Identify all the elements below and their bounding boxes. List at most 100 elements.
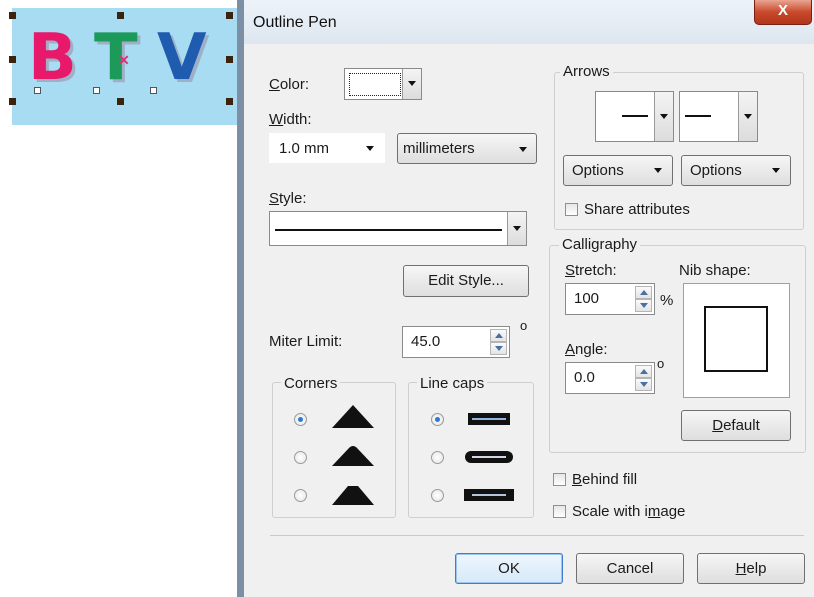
units-select[interactable]: millimeters [397, 133, 537, 164]
style-combo[interactable] [269, 211, 527, 246]
node-marker [150, 87, 157, 94]
percent-symbol: % [660, 292, 674, 309]
selection-handle[interactable] [9, 56, 16, 63]
corner-bevel-radio[interactable] [294, 489, 307, 502]
cap-butt-radio[interactable] [431, 413, 444, 426]
miter-degree-symbol: o [520, 318, 528, 333]
chevron-up-icon [640, 369, 648, 374]
angle-label: Angle: [565, 341, 608, 358]
chevron-down-icon [660, 114, 668, 119]
behind-fill-label: Behind fill [572, 471, 638, 488]
selection-handle[interactable] [9, 12, 16, 19]
stretch-input[interactable]: 100 [565, 283, 655, 315]
selection-handle[interactable] [9, 98, 16, 105]
options-label: Options [690, 162, 742, 179]
arrow-line-preview [622, 115, 648, 117]
arrows-label: Arrows [560, 63, 613, 80]
miter-corner-icon [332, 405, 374, 428]
width-combo[interactable]: 1.0 mm [269, 133, 385, 163]
cap-square-radio[interactable] [431, 489, 444, 502]
nib-square-icon [704, 306, 768, 372]
chevron-down-icon [744, 114, 752, 119]
style-dropdown-arrow[interactable] [507, 212, 526, 245]
chevron-up-icon [495, 333, 503, 338]
start-arrow-select[interactable] [595, 91, 674, 142]
edit-style-button[interactable]: Edit Style... [403, 265, 529, 297]
ok-button[interactable]: OK [455, 553, 563, 584]
default-button[interactable]: Default [681, 410, 791, 441]
line-caps-label: Line caps [417, 375, 488, 392]
end-arrow-dropdown[interactable] [738, 92, 757, 141]
round-cap-icon [465, 451, 513, 463]
chevron-down-icon [408, 81, 416, 86]
width-label: Width: [269, 111, 312, 128]
nib-shape-preview[interactable] [683, 283, 790, 398]
share-attributes-label: Share attributes [584, 201, 690, 218]
node-marker [93, 87, 100, 94]
round-corner-icon [332, 446, 374, 466]
share-attributes-checkbox[interactable] [565, 203, 578, 216]
selection-handle[interactable] [226, 98, 233, 105]
help-button[interactable]: Help [697, 553, 805, 584]
end-arrow-select[interactable] [679, 91, 758, 142]
angle-input[interactable]: 0.0 [565, 362, 655, 394]
dialog-title: Outline Pen [253, 14, 337, 31]
chevron-down-icon [495, 346, 503, 351]
color-label: Color: [269, 76, 310, 93]
cancel-button[interactable]: Cancel [576, 553, 684, 584]
color-picker[interactable] [344, 68, 422, 100]
miter-limit-value: 45.0 [411, 333, 441, 350]
color-dropdown-arrow[interactable] [402, 69, 421, 99]
start-arrow-dropdown[interactable] [654, 92, 673, 141]
width-value: 1.0 mm [279, 140, 330, 157]
options-label: Options [572, 162, 624, 179]
preview-letter-v: V [157, 21, 207, 95]
selection-handle[interactable] [226, 56, 233, 63]
miter-spin-down[interactable] [490, 342, 507, 355]
square-cap-icon [464, 489, 514, 501]
scale-with-image-checkbox[interactable] [553, 505, 566, 518]
corner-round-radio[interactable] [294, 451, 307, 464]
angle-spin-up[interactable] [635, 365, 652, 378]
node-marker [34, 87, 41, 94]
stretch-label: Stretch: [565, 262, 617, 279]
calligraphy-label: Calligraphy [559, 236, 641, 253]
canvas-preview[interactable]: B T V ✕ [12, 8, 240, 125]
chevron-down-icon [654, 168, 662, 173]
miter-limit-input[interactable]: 45.0 [402, 326, 510, 358]
start-arrow-options-button[interactable]: Options [563, 155, 673, 186]
selection-handle[interactable] [117, 12, 124, 19]
end-arrow-options-button[interactable]: Options [681, 155, 791, 186]
scale-with-image-label: Scale with image [572, 503, 686, 520]
separator [270, 535, 804, 536]
butt-cap-icon [468, 413, 510, 425]
cap-round-radio[interactable] [431, 451, 444, 464]
units-value: millimeters [403, 140, 475, 157]
chevron-down-icon [772, 168, 780, 173]
preview-letter-b: B [28, 21, 77, 95]
arrow-line-preview [685, 115, 711, 117]
style-line-preview [275, 229, 502, 231]
corner-miter-radio[interactable] [294, 413, 307, 426]
nib-shape-label: Nib shape: [679, 262, 751, 279]
chevron-down-icon [640, 382, 648, 387]
behind-fill-checkbox[interactable] [553, 473, 566, 486]
chevron-down-icon [640, 303, 648, 308]
stretch-spin-down[interactable] [635, 299, 652, 312]
chevron-down-icon [366, 146, 374, 151]
chevron-down-icon [513, 226, 521, 231]
center-mark-icon: ✕ [118, 52, 130, 68]
selection-handle[interactable] [226, 12, 233, 19]
miter-spin-up[interactable] [490, 329, 507, 342]
chevron-up-icon [640, 290, 648, 295]
stretch-spin-up[interactable] [635, 286, 652, 299]
angle-degree-symbol: o [657, 356, 665, 371]
selection-handle[interactable] [117, 98, 124, 105]
chevron-down-icon [519, 147, 527, 152]
miter-limit-label: Miter Limit: [269, 333, 343, 350]
close-button[interactable]: X [754, 0, 812, 25]
style-label: Style: [269, 190, 307, 207]
bevel-corner-icon [332, 486, 374, 505]
angle-spin-down[interactable] [635, 378, 652, 391]
corners-label: Corners [281, 375, 341, 392]
